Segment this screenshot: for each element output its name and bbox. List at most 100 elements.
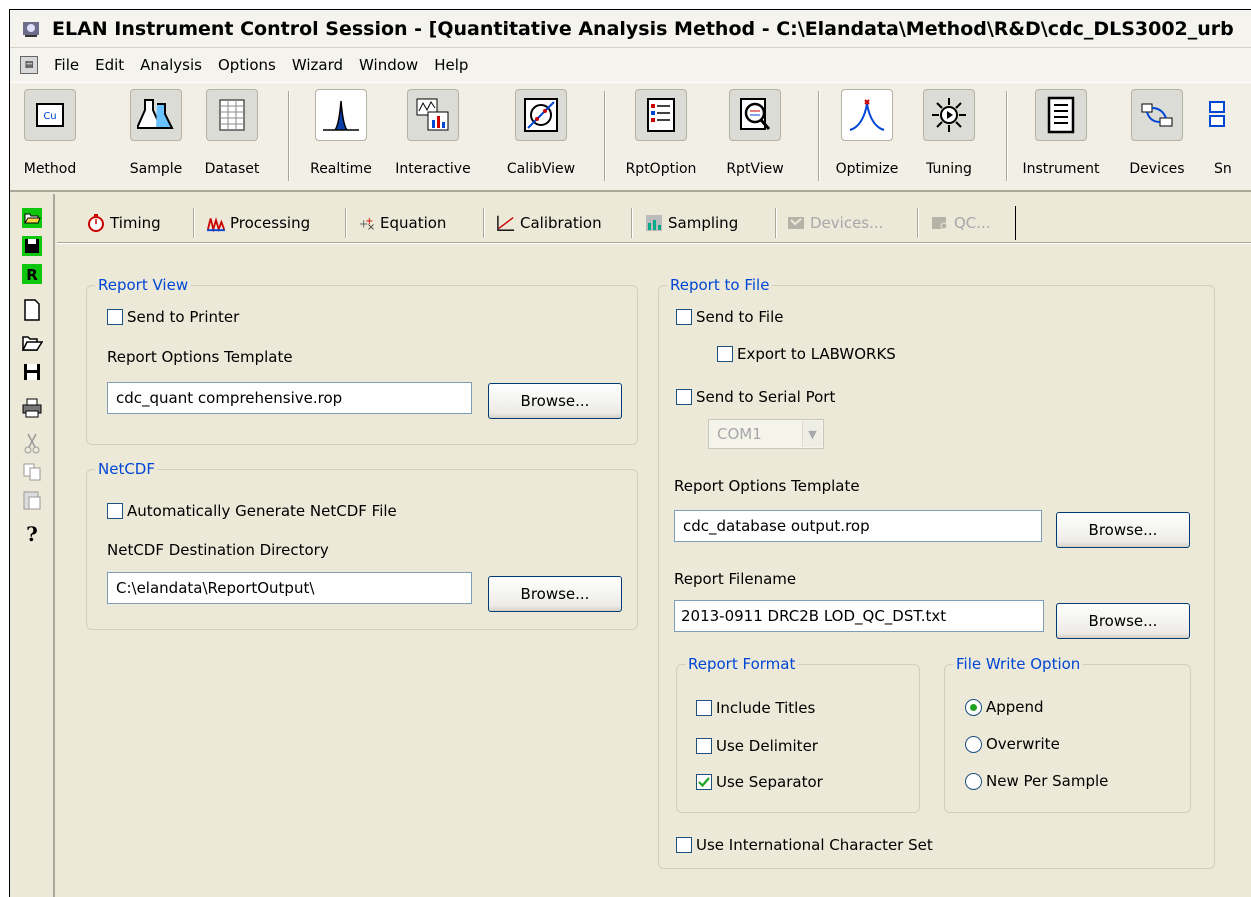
open-icon[interactable] bbox=[20, 330, 44, 354]
tab-qc: QC... bbox=[925, 206, 997, 240]
paste-icon[interactable] bbox=[20, 488, 44, 512]
menu-window[interactable]: Window bbox=[351, 56, 426, 74]
chevron-down-icon[interactable]: ▼ bbox=[802, 421, 822, 447]
radio-icon bbox=[965, 772, 982, 790]
sampling-icon bbox=[645, 214, 663, 232]
tab-panel-divider bbox=[57, 242, 1251, 244]
smartsampler-icon bbox=[1206, 89, 1246, 141]
international-charset-checkbox[interactable]: Use International Character Set bbox=[676, 836, 933, 854]
stopwatch-icon bbox=[87, 214, 105, 232]
print-icon[interactable] bbox=[20, 396, 44, 420]
tab-calibration[interactable]: Calibration bbox=[491, 206, 608, 240]
append-radio[interactable]: Append bbox=[965, 698, 1044, 716]
toolbar-rptview-button[interactable]: RptView bbox=[720, 89, 790, 185]
include-titles-checkbox[interactable]: Include Titles bbox=[696, 699, 815, 717]
report-view-browse-button[interactable]: Browse... bbox=[488, 383, 622, 419]
toolbar-tuning-button[interactable]: Tuning bbox=[918, 89, 980, 185]
checkbox-box bbox=[107, 503, 123, 519]
toolbar-instrument-button[interactable]: Instrument bbox=[1016, 89, 1106, 185]
new-per-sample-radio[interactable]: New Per Sample bbox=[965, 772, 1108, 790]
toolbar-devices-button[interactable]: Devices bbox=[1122, 89, 1192, 185]
radio-selected-icon bbox=[965, 698, 982, 716]
menu-analysis[interactable]: Analysis bbox=[132, 56, 210, 74]
devices-icon bbox=[1131, 89, 1183, 141]
netcdf-destination-input[interactable]: C:\elandata\ReportOutput\ bbox=[107, 572, 472, 604]
svg-text:?: ? bbox=[26, 523, 38, 545]
optimize-icon bbox=[841, 89, 893, 141]
checkbox-box bbox=[676, 837, 692, 853]
menu-help[interactable]: Help bbox=[426, 56, 476, 74]
toolbar-optimize-button[interactable]: Optimize bbox=[830, 89, 904, 185]
report-filename-input[interactable]: 2013-0911 DRC2B LOD_QC_DST.txt bbox=[674, 600, 1044, 632]
send-to-printer-checkbox[interactable]: Send to Printer bbox=[107, 308, 239, 326]
toolbar-method-button[interactable]: Cu Method bbox=[18, 89, 82, 185]
open-method-icon[interactable] bbox=[20, 206, 44, 230]
method-editor: Timing Processing + + × Equation Calibrati… bbox=[57, 194, 1251, 897]
help-icon[interactable]: ? bbox=[20, 522, 44, 546]
r-icon[interactable]: R bbox=[20, 262, 44, 286]
checkbox-box bbox=[696, 700, 712, 716]
left-toolbar: R ? bbox=[10, 194, 55, 897]
netcdf-destination-label: NetCDF Destination Directory bbox=[107, 541, 329, 559]
dataset-icon bbox=[206, 89, 258, 141]
send-to-file-checkbox[interactable]: Send to File bbox=[676, 308, 783, 326]
report-filename-browse-button[interactable]: Browse... bbox=[1056, 603, 1190, 639]
menu-edit[interactable]: Edit bbox=[87, 56, 132, 74]
tuning-icon bbox=[923, 89, 975, 141]
toolbar-calibview-button[interactable]: CalibView bbox=[498, 89, 584, 185]
report-to-file-template-label: Report Options Template bbox=[674, 477, 860, 495]
serial-port-select[interactable]: COM1 ▼ bbox=[708, 419, 824, 449]
copy-icon[interactable] bbox=[20, 460, 44, 484]
checkbox-box bbox=[107, 309, 123, 325]
report-to-file-template-browse-button[interactable]: Browse... bbox=[1056, 512, 1190, 548]
send-to-serial-port-checkbox[interactable]: Send to Serial Port bbox=[676, 388, 835, 406]
report-format-legend: Report Format bbox=[688, 655, 796, 673]
tab-processing[interactable]: Processing bbox=[201, 206, 316, 240]
use-separator-checkbox[interactable]: Use Separator bbox=[696, 773, 823, 791]
overwrite-radio[interactable]: Overwrite bbox=[965, 735, 1060, 753]
menu-file[interactable]: File bbox=[46, 56, 87, 74]
toolbar-sample-button[interactable]: Sample bbox=[126, 89, 186, 185]
tab-sampling[interactable]: Sampling bbox=[639, 206, 744, 240]
save-method-icon[interactable] bbox=[20, 234, 44, 258]
netcdf-browse-button[interactable]: Browse... bbox=[488, 576, 622, 612]
checkmark-icon bbox=[696, 774, 712, 790]
new-icon[interactable] bbox=[20, 298, 44, 322]
toolbar-separator bbox=[288, 91, 290, 181]
calibview-icon bbox=[515, 89, 567, 141]
checkbox-box bbox=[696, 738, 712, 754]
toolbar-dataset-button[interactable]: Dataset bbox=[202, 89, 262, 185]
tab-separator bbox=[345, 208, 347, 238]
export-labworks-checkbox[interactable]: Export to LABWORKS bbox=[717, 345, 896, 363]
toolbar-realtime-button[interactable]: Realtime bbox=[306, 89, 376, 185]
tab-separator bbox=[631, 208, 633, 238]
auto-generate-netcdf-checkbox[interactable]: Automatically Generate NetCDF File bbox=[107, 502, 397, 520]
tab-equation[interactable]: + + × Equation bbox=[351, 206, 452, 240]
toolbar-rptoption-button[interactable]: RptOption bbox=[616, 89, 706, 185]
report-view-template-input[interactable]: cdc_quant comprehensive.rop bbox=[107, 382, 472, 414]
report-to-file-template-input[interactable]: cdc_database output.rop bbox=[674, 510, 1042, 542]
menu-options[interactable]: Options bbox=[210, 56, 284, 74]
use-delimiter-checkbox[interactable]: Use Delimiter bbox=[696, 737, 818, 755]
toolbar-interactive-button[interactable]: Interactive bbox=[388, 89, 478, 185]
netcdf-legend: NetCDF bbox=[98, 460, 155, 478]
save-icon[interactable] bbox=[20, 360, 44, 384]
tab-timing[interactable]: Timing bbox=[81, 206, 167, 240]
cut-icon[interactable] bbox=[20, 432, 44, 456]
svg-text:Cu: Cu bbox=[43, 111, 56, 122]
calibration-icon bbox=[497, 214, 515, 232]
tab-separator bbox=[775, 208, 777, 238]
toolbar-separator bbox=[1006, 91, 1008, 181]
flask-icon bbox=[130, 89, 182, 141]
report-view-legend: Report View bbox=[98, 276, 189, 294]
instrument-icon bbox=[1035, 89, 1087, 141]
tab-separator bbox=[193, 208, 195, 238]
rptoption-icon bbox=[635, 89, 687, 141]
document-icon[interactable]: ▤ bbox=[20, 56, 38, 74]
tab-strip: Timing Processing + + × Equation Calibrati… bbox=[57, 194, 1251, 244]
menu-wizard[interactable]: Wizard bbox=[284, 56, 351, 74]
title-bar: ELAN Instrument Control Session - [Quant… bbox=[10, 10, 1251, 48]
toolbar-smartsampler-button[interactable]: Sn bbox=[1206, 89, 1251, 185]
processing-icon bbox=[207, 214, 225, 232]
method-icon: Cu bbox=[24, 89, 76, 141]
